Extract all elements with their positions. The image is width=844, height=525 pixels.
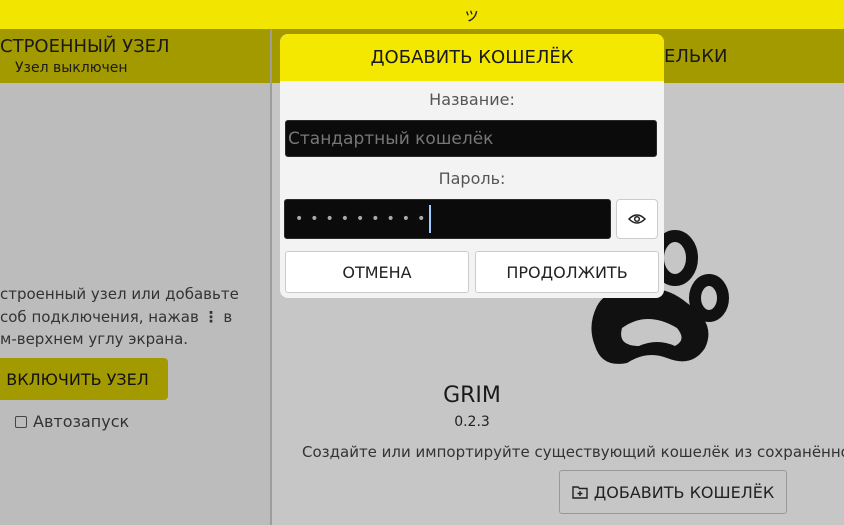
- add-wallet-button[interactable]: ДОБАВИТЬ КОШЕЛЁК: [559, 470, 787, 514]
- dialog-title: ДОБАВИТЬ КОШЕЛЁК: [280, 34, 664, 81]
- node-description-line: строенный узел или добавьте: [0, 285, 239, 303]
- continue-label: ПРОДОЛЖИТЬ: [506, 262, 628, 282]
- menu-dots-icon: ⋮: [203, 307, 219, 326]
- name-label: Название:: [429, 90, 515, 109]
- node-description-line: м-верхнем углу экрана.: [0, 330, 189, 348]
- cancel-button[interactable]: ОТМЕНА: [285, 251, 469, 293]
- node-status: Узел выключен: [15, 60, 128, 76]
- wallets-title: ЕЛЬКИ: [664, 46, 728, 67]
- cancel-label: ОТМЕНА: [342, 262, 412, 282]
- eye-icon: [628, 214, 646, 224]
- show-password-button[interactable]: [616, 199, 658, 239]
- password-input[interactable]: •••••••••: [284, 199, 611, 239]
- node-title: СТРОЕННЫЙ УЗЕЛ: [0, 36, 170, 57]
- text-caret: [429, 205, 432, 233]
- wallet-name-input[interactable]: Стандартный кошелёк: [285, 120, 657, 157]
- node-description: строенный узел или добавьте соб подключе…: [0, 283, 239, 351]
- checkbox-icon: [15, 415, 27, 428]
- add-wallet-dialog: ДОБАВИТЬ КОШЕЛЁК Название: Стандартный к…: [280, 34, 664, 298]
- node-header: СТРОЕННЫЙ УЗЕЛ Узел выключен: [0, 29, 270, 83]
- add-wallet-label: ДОБАВИТЬ КОШЕЛЁК: [593, 482, 775, 502]
- folder-plus-icon: [572, 486, 588, 499]
- password-label: Пароль:: [438, 169, 506, 188]
- app-name: GRIM: [443, 383, 501, 408]
- wallet-name-placeholder: Стандартный кошелёк: [288, 128, 494, 149]
- node-description-line: соб подключения, нажав ⋮ в: [0, 307, 233, 326]
- app-glyph: ッ: [463, 5, 480, 25]
- app-version: 0.2.3: [454, 414, 490, 430]
- app-description: Создайте или импортируйте существующий к…: [302, 443, 844, 461]
- password-mask: •••••••••: [295, 211, 433, 227]
- continue-button[interactable]: ПРОДОЛЖИТЬ: [475, 251, 659, 293]
- top-bar: ッ: [0, 0, 844, 29]
